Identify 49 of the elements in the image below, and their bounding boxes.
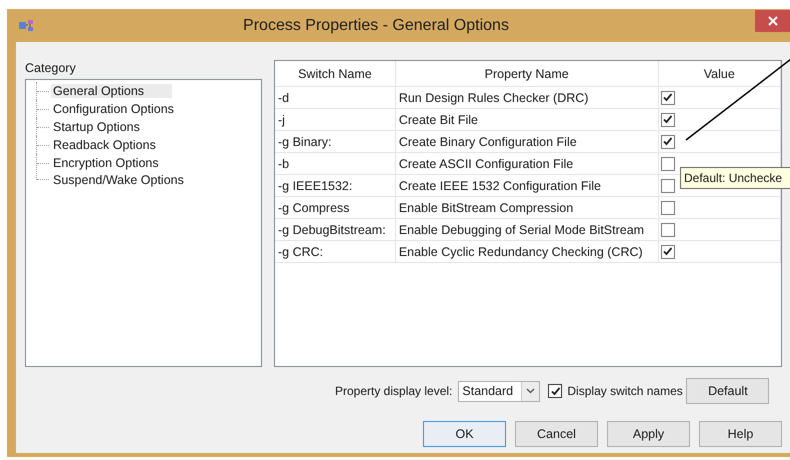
tree-item[interactable]: Encryption Options xyxy=(51,156,161,170)
checkbox[interactable] xyxy=(660,200,675,215)
window-title: Process Properties - General Options xyxy=(243,16,509,34)
table-cell: Create IEEE 1532 Configuration File xyxy=(395,174,658,196)
checkbox[interactable] xyxy=(660,134,675,149)
dialog-button[interactable]: Help xyxy=(699,421,782,447)
display-level-label: Property display level: xyxy=(335,384,452,398)
tree-item[interactable]: Configuration Options xyxy=(51,102,176,116)
close-button[interactable] xyxy=(755,10,790,32)
table-cell: Enable Cyclic Redundancy Checking (CRC) xyxy=(395,240,658,262)
display-level-dropdown[interactable]: Standard xyxy=(458,380,540,402)
tooltip: Default: Unchecke xyxy=(680,167,790,189)
checkbox[interactable] xyxy=(660,112,675,127)
checkbox-label: Display switch names xyxy=(567,384,684,398)
app-icon xyxy=(18,18,36,32)
table-cell: -g Compress xyxy=(275,196,396,218)
table-cell: Create ASCII Configuration File xyxy=(395,152,658,174)
tree-item[interactable]: General Options xyxy=(51,84,172,98)
default-button[interactable]: Default xyxy=(686,378,770,404)
table-cell: Run Design Rules Checker (DRC) xyxy=(395,86,658,108)
dialog-button[interactable]: Cancel xyxy=(515,421,598,447)
table-cell: Enable Debugging of Serial Mode BitStream xyxy=(395,218,658,240)
table-cell: -b xyxy=(275,152,396,174)
table-cell: -d xyxy=(275,86,396,108)
checkbox[interactable] xyxy=(660,244,675,259)
table-cell: Enable BitStream Compression xyxy=(395,196,658,218)
dialog-button[interactable]: OK xyxy=(423,421,506,447)
checkbox[interactable] xyxy=(660,156,675,171)
close-icon xyxy=(768,16,778,26)
table-cell: -g Binary: xyxy=(275,130,396,152)
table-cell: -g CRC: xyxy=(275,240,396,262)
checkbox[interactable] xyxy=(660,90,675,105)
table-cell: Create Binary Configuration File xyxy=(395,130,658,152)
tree-item[interactable]: Readback Options xyxy=(51,138,158,152)
column-header[interactable]: Switch Name xyxy=(275,61,396,86)
chevron-icon xyxy=(526,388,536,394)
category-label: Category xyxy=(25,60,76,77)
column-header[interactable]: Property Name xyxy=(395,61,658,86)
column-header[interactable]: Value xyxy=(658,61,780,86)
tree-item[interactable]: Startup Options xyxy=(51,120,142,134)
checkbox[interactable] xyxy=(660,222,675,237)
table-cell: Create Bit File xyxy=(395,108,658,130)
table-cell: -g DebugBitstream: xyxy=(275,218,396,240)
tree-item[interactable]: Suspend/Wake Options xyxy=(51,173,186,188)
table-cell: -j xyxy=(275,108,396,130)
dialog-button[interactable]: Apply xyxy=(607,421,690,447)
table-cell: -g IEEE1532: xyxy=(275,174,396,196)
checkbox[interactable] xyxy=(660,178,675,193)
checkbox[interactable] xyxy=(548,384,562,398)
